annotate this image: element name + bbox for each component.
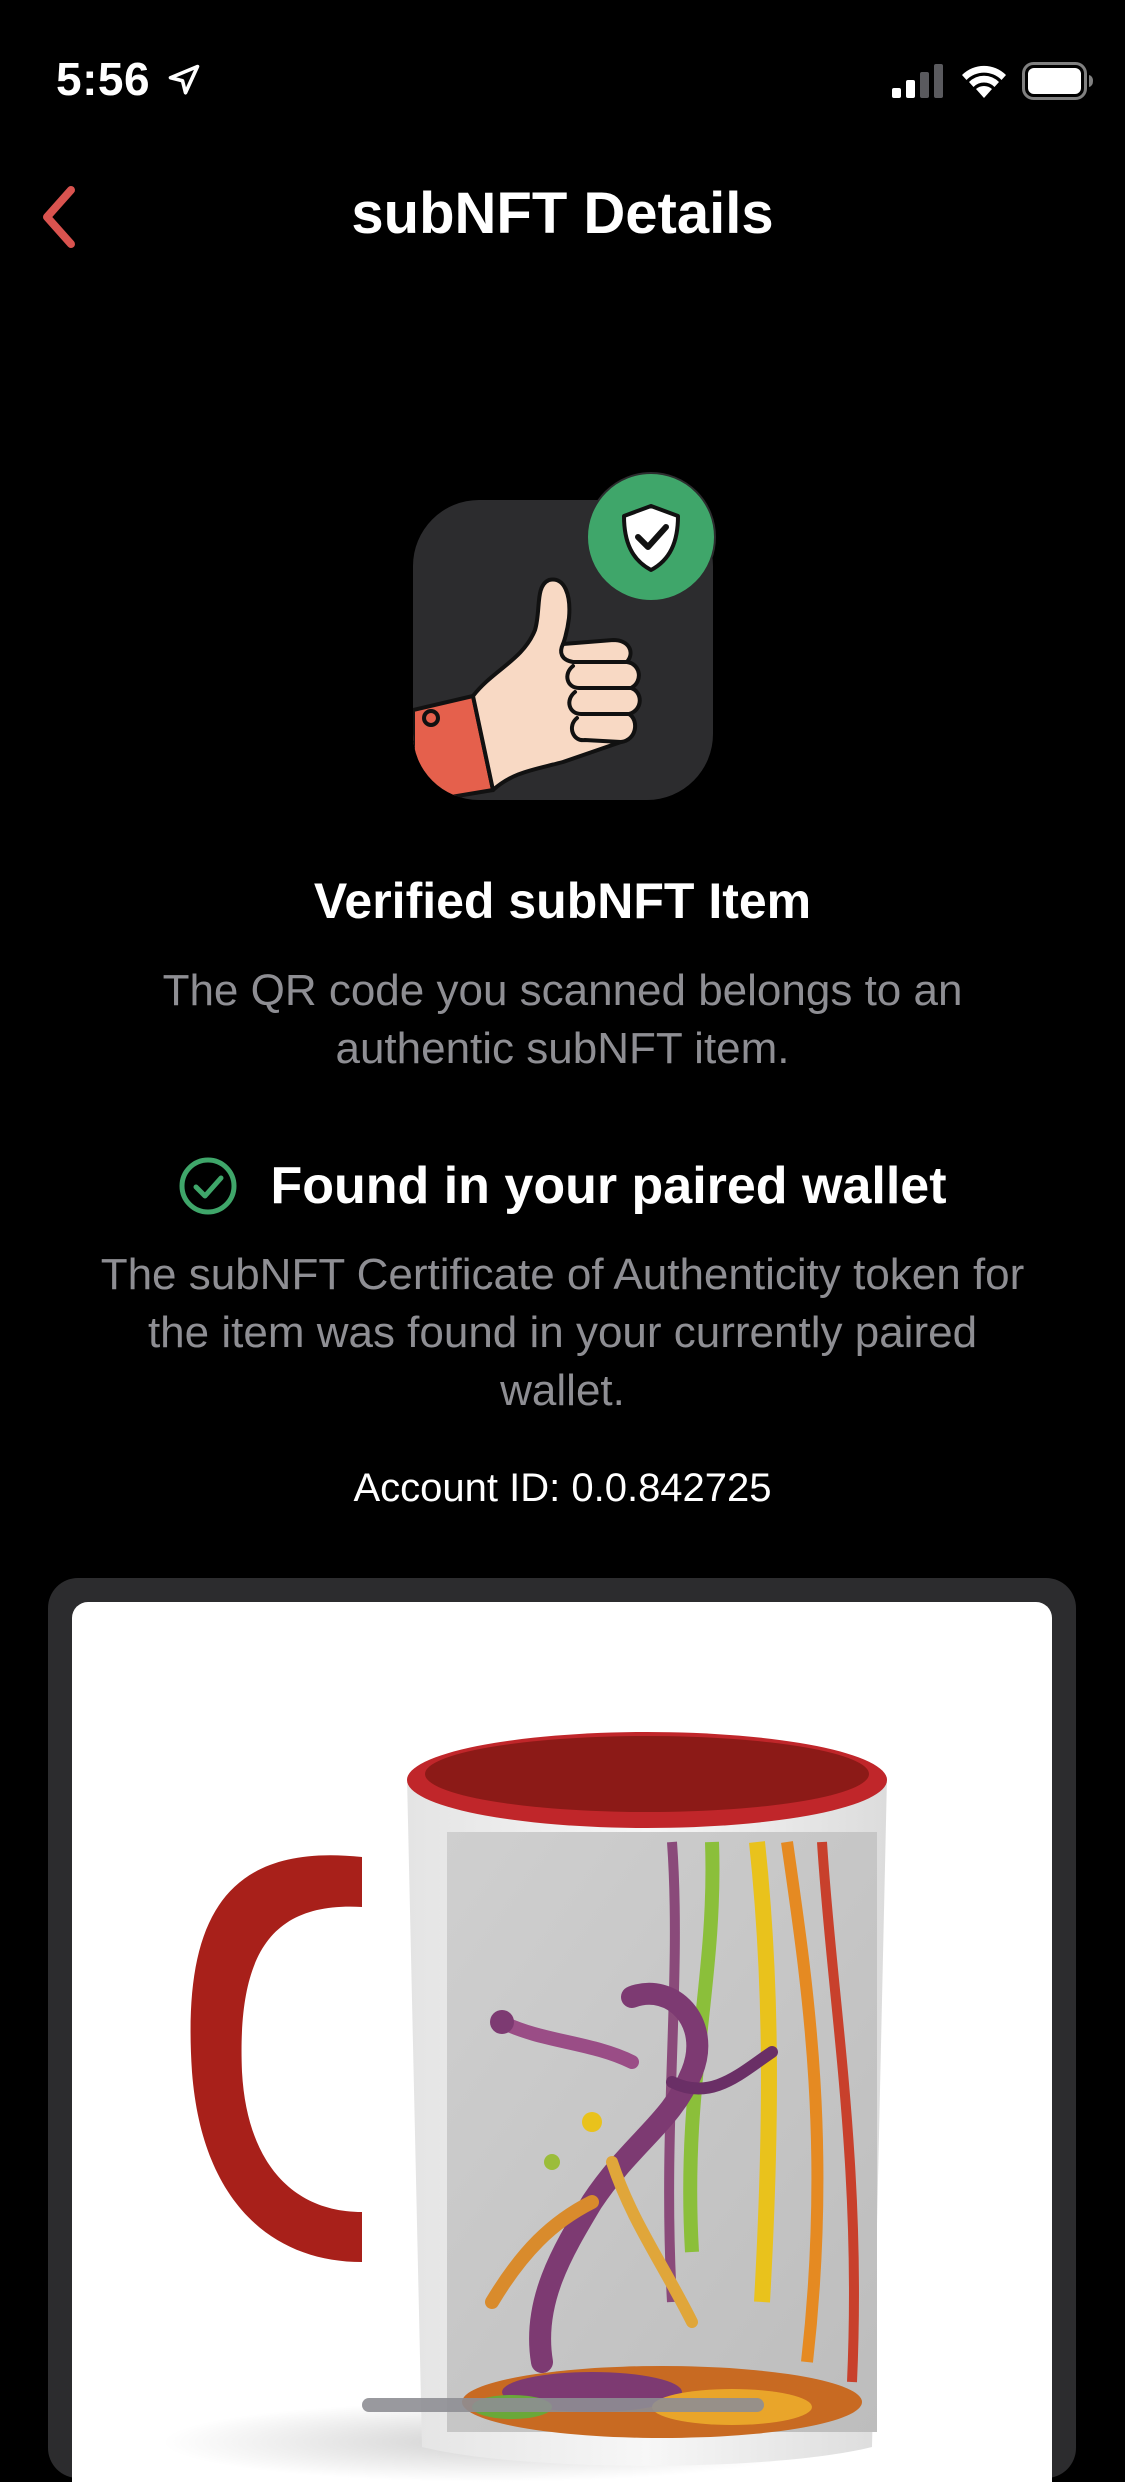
nav-bar: subNFT Details xyxy=(0,150,1125,280)
mug-image xyxy=(162,1732,887,2482)
item-card[interactable] xyxy=(48,1578,1076,2482)
status-bar: 5:56 xyxy=(0,0,1125,150)
verified-description: The QR code you scanned belongs to an au… xyxy=(162,966,963,1073)
battery-icon xyxy=(1022,62,1093,100)
wifi-icon xyxy=(962,65,1006,98)
cellular-signal-icon xyxy=(892,64,943,98)
verified-badge xyxy=(586,472,716,602)
check-circle-icon xyxy=(179,1157,237,1215)
item-image xyxy=(72,1602,1052,2482)
account-id: Account ID: 0.0.842725 xyxy=(0,1466,1125,1511)
account-id-separator xyxy=(560,1466,571,1510)
status-time: 5:56 xyxy=(56,53,151,105)
wallet-status-row: Found in your paired wallet xyxy=(0,1156,1125,1216)
location-arrow-icon xyxy=(168,64,200,95)
verified-illustration xyxy=(410,470,716,802)
wallet-status-description: The subNFT Certificate of Authenticity t… xyxy=(100,1250,1025,1415)
wallet-status-title: Found in your paired wallet xyxy=(270,1157,947,1215)
page-title: subNFT Details xyxy=(351,181,774,246)
shield-check-icon xyxy=(622,504,680,572)
account-id-value: 0.0.842725 xyxy=(571,1466,772,1510)
account-id-label: Account ID: xyxy=(353,1466,561,1510)
verified-title: Verified subNFT Item xyxy=(313,873,812,929)
home-indicator[interactable] xyxy=(362,2398,764,2412)
